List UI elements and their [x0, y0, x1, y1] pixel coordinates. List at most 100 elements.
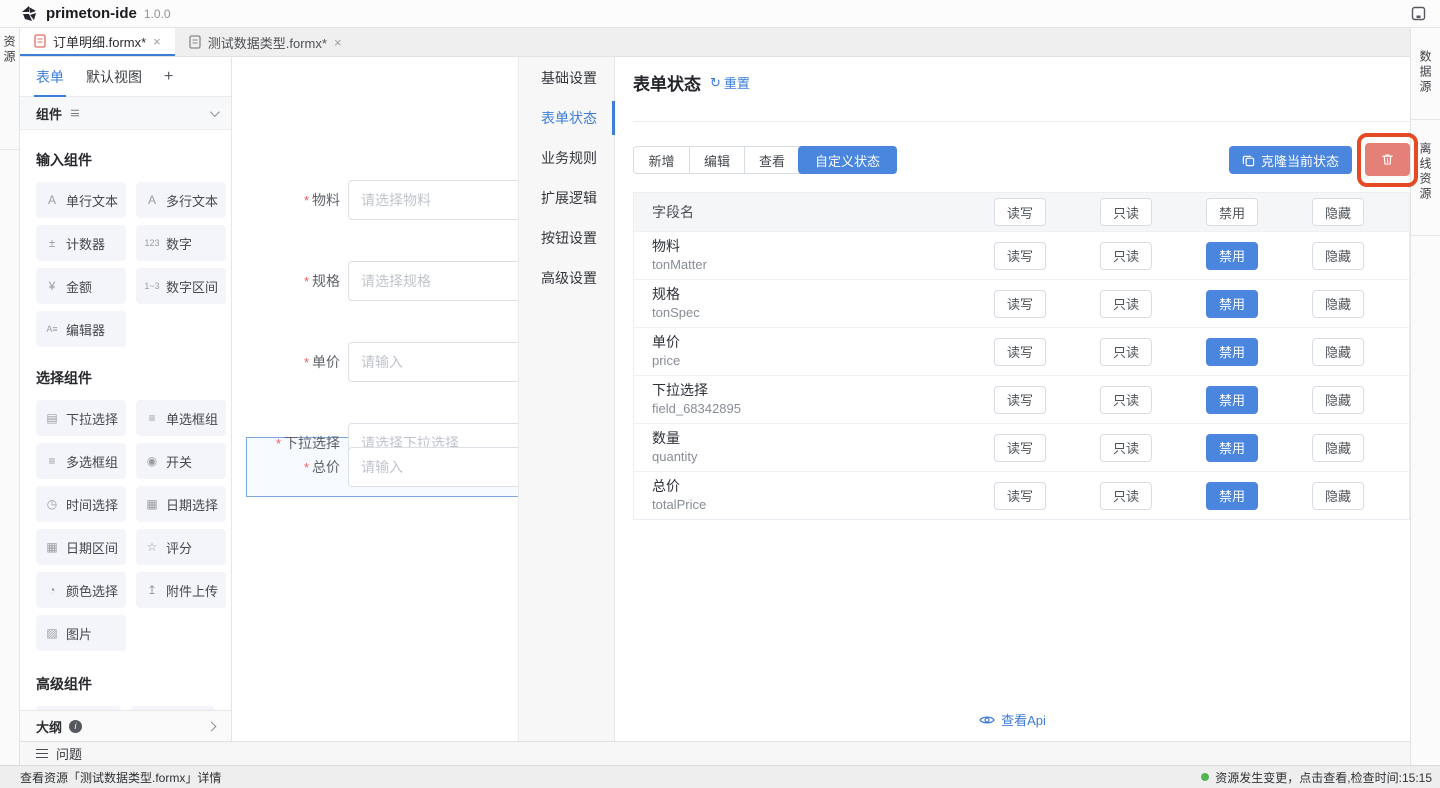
mode-tab-view[interactable]: 查看	[744, 147, 799, 173]
field-row-material[interactable]: *物料	[232, 180, 518, 220]
palette-item-date-picker[interactable]: ▦ 日期选择	[136, 486, 226, 522]
readwrite-button[interactable]: 读写	[994, 242, 1046, 270]
readonly-button[interactable]: 只读	[1100, 290, 1152, 318]
file-tab-strip: 订单明细.formx* × 测试数据类型.formx* ×	[20, 28, 1410, 57]
field-row-total-price[interactable]: *总价	[232, 447, 518, 487]
chevron-down-icon[interactable]	[210, 107, 220, 117]
hidden-button[interactable]: 隐藏	[1312, 242, 1364, 270]
hidden-button[interactable]: 隐藏	[1312, 434, 1364, 462]
readwrite-button[interactable]: 读写	[994, 290, 1046, 318]
close-icon[interactable]: ×	[334, 35, 342, 50]
copy-icon	[1242, 154, 1255, 167]
readonly-button[interactable]: 只读	[1100, 386, 1152, 414]
disabled-button[interactable]: 禁用	[1206, 338, 1258, 366]
list-icon	[36, 749, 48, 758]
set-all-disabled-button[interactable]: 禁用	[1206, 198, 1258, 226]
mode-tab-edit[interactable]: 编辑	[689, 147, 744, 173]
menu-item-form-state[interactable]: 表单状态	[519, 98, 614, 138]
price-input[interactable]	[348, 342, 518, 382]
readonly-button[interactable]: 只读	[1100, 482, 1152, 510]
palette-item-checkbox-group[interactable]: ≡ 多选框组	[36, 443, 126, 479]
readonly-button[interactable]: 只读	[1100, 434, 1152, 462]
palette-item-counter[interactable]: ± 计数器	[36, 225, 126, 261]
hidden-button[interactable]: 隐藏	[1312, 482, 1364, 510]
palette-item-money[interactable]: ¥ 金额	[36, 268, 126, 304]
palette-item-select[interactable]: ▤ 下拉选择	[36, 400, 126, 436]
palette-item-number[interactable]: 123 数字	[136, 225, 226, 261]
palette-item-multiline-text[interactable]: A 多行文本	[136, 182, 226, 218]
material-select-input[interactable]	[348, 180, 518, 220]
disabled-button[interactable]: 禁用	[1206, 482, 1258, 510]
readonly-button[interactable]: 只读	[1100, 242, 1152, 270]
field-row-spec[interactable]: *规格	[232, 261, 518, 301]
hidden-button[interactable]: 隐藏	[1312, 290, 1364, 318]
field-row-price[interactable]: *单价	[232, 342, 518, 382]
components-title: 组件	[36, 104, 62, 123]
menu-item-business-rules[interactable]: 业务规则	[519, 138, 614, 178]
counter-icon: ±	[44, 237, 60, 249]
checkbox-group-icon: ≡	[44, 455, 60, 467]
outline-row[interactable]: 大纲	[20, 710, 231, 741]
datasource-rail-tab[interactable]: 数据源	[1411, 28, 1440, 120]
disabled-button[interactable]: 禁用	[1206, 434, 1258, 462]
palette-item-color-picker[interactable]: ◔ 颜色选择	[36, 572, 126, 608]
problems-bar[interactable]: 问题	[20, 741, 1410, 765]
disabled-button[interactable]: 禁用	[1206, 290, 1258, 318]
components-header[interactable]: 组件	[20, 97, 231, 130]
palette-item-editor[interactable]: A≡ 编辑器	[36, 311, 126, 347]
table-row: 下拉选择field_68342895 读写 只读 禁用 隐藏	[634, 375, 1409, 423]
file-tab-order-detail[interactable]: 订单明细.formx* ×	[20, 28, 175, 56]
readwrite-button[interactable]: 读写	[994, 338, 1046, 366]
switch-icon: ◉	[144, 455, 160, 467]
palette-item-image[interactable]: ▨ 图片	[36, 615, 126, 651]
disabled-button[interactable]: 禁用	[1206, 386, 1258, 414]
palette-item-time-picker[interactable]: ◷ 时间选择	[36, 486, 126, 522]
upload-icon: ↥	[144, 584, 160, 596]
palette-item-rating[interactable]: ☆ 评分	[136, 529, 226, 565]
reset-link[interactable]: 重置	[710, 73, 750, 92]
palette-item-switch[interactable]: ◉ 开关	[136, 443, 226, 479]
clone-current-state-button[interactable]: 克隆当前状态	[1229, 146, 1352, 174]
menu-item-advanced-settings[interactable]: 高级设置	[519, 258, 614, 298]
form-state-panel: 表单状态 重置 新增 编辑 查看 自定义状态 克隆当前状态	[615, 57, 1410, 741]
add-view-button[interactable]: +	[164, 57, 173, 97]
mode-tab-custom-state[interactable]: 自定义状态	[798, 146, 897, 174]
menu-item-basic-settings[interactable]: 基础设置	[519, 58, 614, 98]
readwrite-button[interactable]: 读写	[994, 482, 1046, 510]
set-all-readwrite-button[interactable]: 读写	[994, 198, 1046, 226]
palette-item-upload[interactable]: ↥ 附件上传	[136, 572, 226, 608]
palette-item-number-range[interactable]: 1~3 数字区间	[136, 268, 226, 304]
delete-state-button[interactable]	[1365, 143, 1410, 176]
mode-tab-add[interactable]: 新增	[634, 147, 689, 173]
tab-default-view[interactable]: 默认视图	[86, 57, 142, 97]
hidden-button[interactable]: 隐藏	[1312, 338, 1364, 366]
total-price-input[interactable]	[348, 447, 518, 487]
readwrite-button[interactable]: 读写	[994, 434, 1046, 462]
date-range-icon: ▦	[44, 541, 60, 553]
readwrite-button[interactable]: 读写	[994, 386, 1046, 414]
palette-item-date-range[interactable]: ▦ 日期区间	[36, 529, 126, 565]
disabled-button[interactable]: 禁用	[1206, 242, 1258, 270]
select-components-grid: ▤ 下拉选择 ≡ 单选框组 ≡ 多选框组 ◉ 开关 ◷ 时间选择 ▦ 日期选择	[36, 400, 215, 651]
menu-item-extension-logic[interactable]: 扩展逻辑	[519, 178, 614, 218]
tab-form[interactable]: 表单	[36, 57, 64, 97]
set-all-readonly-button[interactable]: 只读	[1100, 198, 1152, 226]
table-row: 数量quantity 读写 只读 禁用 隐藏	[634, 423, 1409, 471]
set-all-hidden-button[interactable]: 隐藏	[1312, 198, 1364, 226]
status-left-text[interactable]: 查看资源「测试数据类型.formx」详情	[20, 769, 221, 786]
status-right[interactable]: 资源发生变更，点击查看,检查时间:15:15	[1201, 769, 1432, 786]
close-icon[interactable]: ×	[153, 34, 161, 49]
palette-item-radio-group[interactable]: ≡ 单选框组	[136, 400, 226, 436]
spec-select-input[interactable]	[348, 261, 518, 301]
file-tab-test-datatype[interactable]: 测试数据类型.formx* ×	[175, 28, 356, 56]
offline-resources-rail-tab[interactable]: 离线资源	[1411, 120, 1440, 236]
resources-rail-tab[interactable]: 资源	[0, 28, 19, 150]
chevron-right-icon[interactable]	[207, 721, 217, 731]
hidden-button[interactable]: 隐藏	[1312, 386, 1364, 414]
view-api-link[interactable]: 查看Api	[615, 710, 1410, 729]
palette-item-single-text[interactable]: A 单行文本	[36, 182, 126, 218]
panel-layout-icon[interactable]	[1411, 6, 1426, 21]
trash-icon	[1380, 152, 1395, 167]
readonly-button[interactable]: 只读	[1100, 338, 1152, 366]
menu-item-button-settings[interactable]: 按钮设置	[519, 218, 614, 258]
